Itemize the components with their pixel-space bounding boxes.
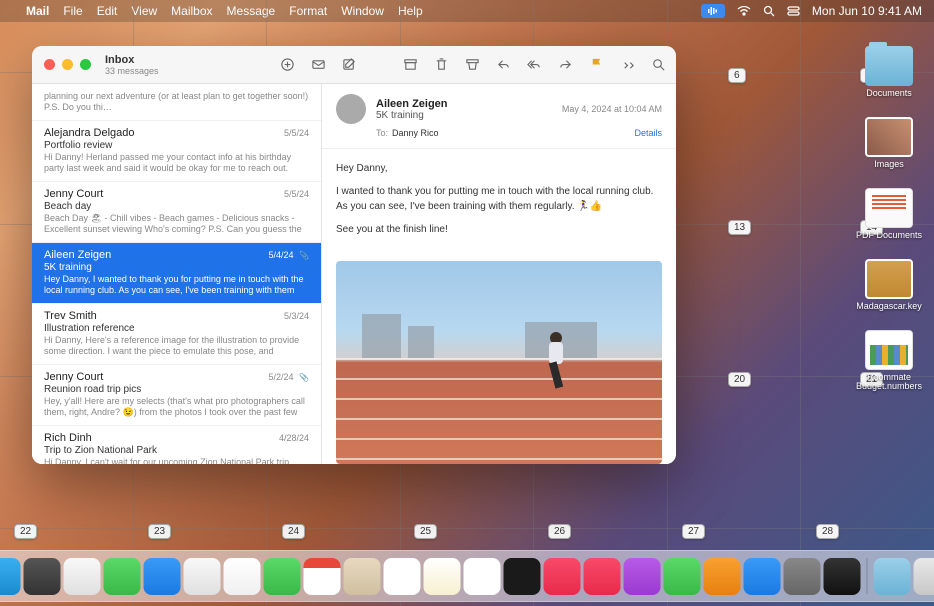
desktop-folder-images[interactable]: Images — [854, 117, 924, 170]
control-center-icon[interactable] — [787, 6, 800, 16]
grid-num: 20 — [728, 372, 751, 387]
grid-num: 26 — [548, 524, 571, 539]
dock-maps[interactable] — [184, 558, 221, 595]
dock-finder[interactable] — [0, 558, 21, 595]
message-row[interactable]: Jenny Court5/2/24 📎Reunion road trip pic… — [32, 365, 321, 426]
menu-format[interactable]: Format — [289, 4, 327, 18]
grid-num: 27 — [682, 524, 705, 539]
more-icon[interactable] — [620, 57, 635, 72]
dock-separator — [867, 558, 868, 594]
message-row[interactable]: planning our next adventure (or at least… — [32, 84, 321, 121]
zoom-button[interactable] — [80, 59, 91, 70]
dock-music[interactable] — [544, 558, 581, 595]
dock-settings[interactable] — [784, 558, 821, 595]
reader-subject: 5K training — [376, 110, 448, 121]
attachment-image[interactable] — [336, 261, 662, 464]
flag-icon[interactable] — [589, 57, 604, 72]
archive-icon[interactable] — [403, 57, 418, 72]
menu-message[interactable]: Message — [227, 4, 276, 18]
grid-num: 6 — [728, 68, 746, 83]
dock-launchpad[interactable] — [24, 558, 61, 595]
menu-file[interactable]: File — [63, 4, 82, 18]
forward-icon[interactable] — [558, 57, 573, 72]
menu-edit[interactable]: Edit — [97, 4, 118, 18]
to-label: To: — [376, 128, 388, 138]
message-row[interactable]: Alejandra Delgado5/5/24Portfolio reviewH… — [32, 121, 321, 182]
voice-control-icon[interactable] — [701, 4, 725, 18]
message-list[interactable]: planning our next adventure (or at least… — [32, 84, 322, 464]
dock-iphone[interactable] — [824, 558, 861, 595]
desktop-numbers-file[interactable]: Roommate Budget.numbers — [854, 330, 924, 393]
grid-num: 25 — [414, 524, 437, 539]
dock-reminders[interactable] — [384, 558, 421, 595]
dock-downloads[interactable] — [874, 558, 911, 595]
dock-messages[interactable] — [104, 558, 141, 595]
mail-titlebar[interactable]: Inbox 33 messages — [32, 46, 676, 84]
grid-num: 23 — [148, 524, 171, 539]
menu-window[interactable]: Window — [341, 4, 384, 18]
grid-num: 13 — [728, 220, 751, 235]
search-icon[interactable] — [651, 57, 666, 72]
junk-icon[interactable] — [465, 57, 480, 72]
dock-contacts[interactable] — [344, 558, 381, 595]
compose-icon[interactable] — [342, 57, 357, 72]
envelope-icon[interactable] — [311, 57, 326, 72]
filter-icon[interactable] — [280, 57, 295, 72]
message-row[interactable]: Aileen Zeigen5/4/24 📎5K trainingHey Dann… — [32, 243, 321, 304]
dock — [0, 550, 934, 602]
reader-to: Danny Rico — [392, 128, 439, 138]
dock-news[interactable] — [584, 558, 621, 595]
reader-from: Aileen Zeigen — [376, 98, 448, 110]
message-row[interactable]: Trev Smith5/3/24Illustration referenceHi… — [32, 304, 321, 365]
message-row[interactable]: Jenny Court5/5/24Beach dayBeach Day 🏖 - … — [32, 182, 321, 243]
dock-notes[interactable] — [424, 558, 461, 595]
close-button[interactable] — [44, 59, 55, 70]
spotlight-icon[interactable] — [763, 5, 775, 17]
dock-photos[interactable] — [224, 558, 261, 595]
grid-num: 28 — [816, 524, 839, 539]
minimize-button[interactable] — [62, 59, 73, 70]
dock-freeform[interactable] — [464, 558, 501, 595]
reader-body: Hey Danny, I wanted to thank you for put… — [322, 149, 676, 257]
mail-window: Inbox 33 messages planning our next adve… — [32, 46, 676, 464]
grid-num: 22 — [14, 524, 37, 539]
wifi-icon[interactable] — [737, 6, 751, 16]
dock-numbers[interactable] — [664, 558, 701, 595]
dock-trash[interactable] — [914, 558, 934, 595]
dock-facetime[interactable] — [264, 558, 301, 595]
window-subtitle: 33 messages — [105, 66, 159, 76]
dock-safari[interactable] — [64, 558, 101, 595]
window-title: Inbox — [105, 54, 159, 66]
app-menu[interactable]: Mail — [26, 4, 49, 18]
desktop-keynote-file[interactable]: Madagascar.key — [854, 259, 924, 312]
message-row[interactable]: Rich Dinh4/28/24Trip to Zion National Pa… — [32, 426, 321, 464]
grid-num: 24 — [282, 524, 305, 539]
desktop-pdf-documents[interactable]: PDF Documents — [854, 188, 924, 241]
dock-mail[interactable] — [144, 558, 181, 595]
menu-mailbox[interactable]: Mailbox — [171, 4, 212, 18]
sender-avatar — [336, 94, 366, 124]
trash-icon[interactable] — [434, 57, 449, 72]
menubar: Mail File Edit View Mailbox Message Form… — [0, 0, 934, 22]
desktop-folder-documents[interactable]: Documents — [854, 46, 924, 99]
reply-all-icon[interactable] — [527, 57, 542, 72]
message-reader: Aileen Zeigen 5K training May 4, 2024 at… — [322, 84, 676, 464]
details-link[interactable]: Details — [634, 128, 662, 138]
dock-tv[interactable] — [504, 558, 541, 595]
reply-icon[interactable] — [496, 57, 511, 72]
menubar-clock[interactable]: Mon Jun 10 9:41 AM — [812, 4, 922, 18]
menu-view[interactable]: View — [131, 4, 157, 18]
menu-help[interactable]: Help — [398, 4, 423, 18]
dock-calendar[interactable] — [304, 558, 341, 595]
dock-appstore[interactable] — [744, 558, 781, 595]
dock-pages[interactable] — [704, 558, 741, 595]
reader-date: May 4, 2024 at 10:04 AM — [562, 104, 662, 114]
dock-podcasts[interactable] — [624, 558, 661, 595]
